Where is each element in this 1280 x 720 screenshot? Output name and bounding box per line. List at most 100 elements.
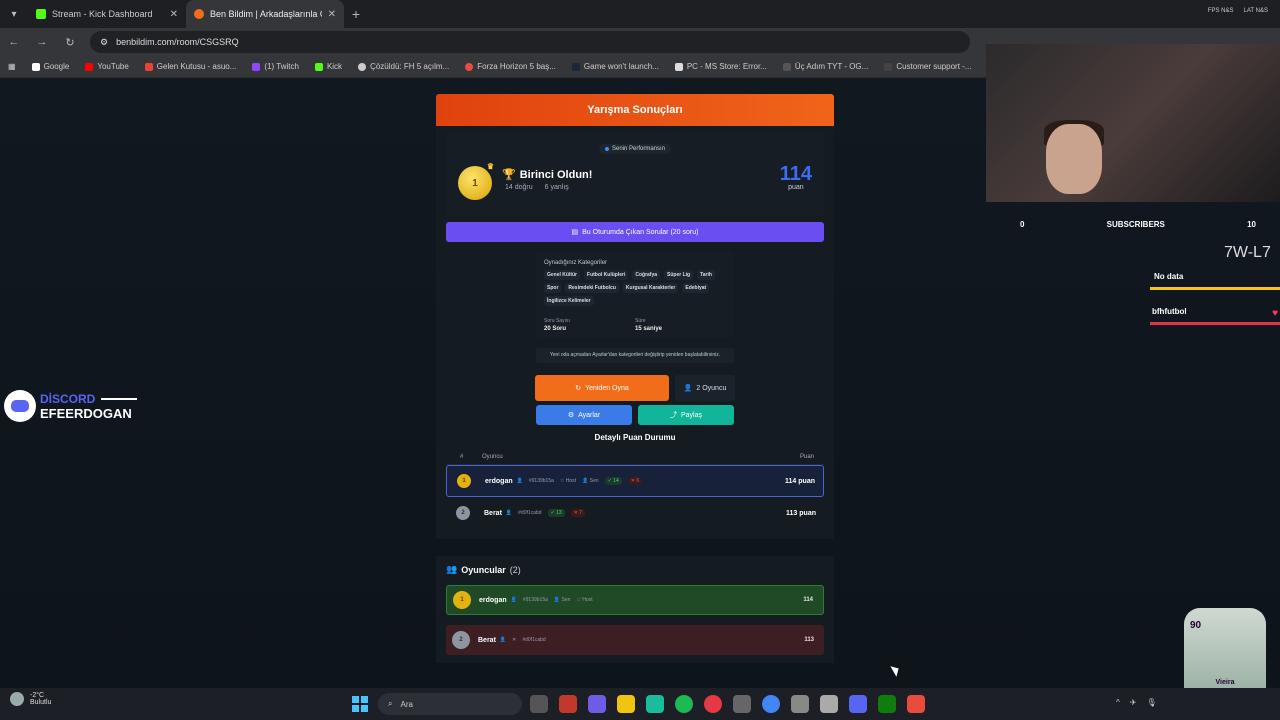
- weather-widget[interactable]: -2°C Bulutlu: [10, 692, 51, 706]
- share-label: Paylaş: [680, 411, 702, 419]
- tab-search-icon[interactable]: ▾: [0, 0, 28, 28]
- rank-number: 1: [472, 177, 478, 189]
- settings-button[interactable]: ⚙ Ayarlar: [536, 405, 632, 425]
- app-icon[interactable]: [791, 695, 809, 713]
- you-tag: 👤 Sen: [553, 597, 571, 603]
- tab-kick-dashboard[interactable]: Stream - Kick Dashboard ✕: [28, 0, 186, 28]
- player-id: #d0f1cabd: [522, 637, 546, 643]
- bookmark-fh5-fix[interactable]: Çözüldü: FH 5 açılm...: [358, 62, 449, 71]
- site-info-icon[interactable]: ⚙: [100, 37, 108, 48]
- new-tab-button[interactable]: +: [344, 6, 368, 22]
- question-count-label: Soru Sayısı: [544, 318, 570, 324]
- category-tag: Tarih: [697, 270, 715, 280]
- rank-badge: 2: [452, 631, 470, 649]
- rank-badge: 2: [456, 506, 470, 520]
- search-icon: ⌕: [388, 699, 393, 708]
- spotify-icon[interactable]: [675, 695, 693, 713]
- results-panel: Yarışma Sonuçları Senin Performansın 1 ♛ …: [436, 94, 834, 539]
- discord-overlay: DİSCORD EFEERDOGAN: [4, 390, 138, 422]
- score-value: 114: [779, 163, 812, 185]
- table-row: 1 erdogan 👤 #9139b15a ☆ Host 👤 Sen ✓ 14 …: [446, 465, 824, 497]
- time-value: 15 saniye: [635, 326, 663, 332]
- col-player: Oyuncu: [482, 454, 503, 460]
- browser-tabbar: ▾ Stream - Kick Dashboard ✕ Ben Bildim |…: [0, 0, 1280, 28]
- chevron-up-icon[interactable]: ^: [1116, 698, 1120, 707]
- start-button[interactable]: [352, 696, 368, 712]
- category-tag: Süper Lig: [664, 270, 694, 280]
- player-id: #d0f1cabd: [518, 510, 542, 516]
- app-icon[interactable]: [559, 695, 577, 713]
- category-tag: Futbol Kulüpleri: [584, 270, 629, 280]
- overlay-code: 7W-L7: [1224, 244, 1271, 261]
- kick-player-icon[interactable]: ✕: [512, 637, 516, 643]
- correct-count: 14 doğru: [505, 184, 533, 191]
- players-title: 👥 Oyuncular (2): [446, 564, 824, 575]
- card-rating: 90: [1190, 620, 1202, 631]
- player-score: 114: [803, 597, 813, 603]
- user-icon: 👤: [510, 597, 517, 603]
- chrome-icon[interactable]: [762, 695, 780, 713]
- follower-name: bfhfutbol: [1152, 307, 1187, 316]
- url-text: benbildim.com/room/CSGSRQ: [116, 37, 239, 47]
- close-icon[interactable]: ✕: [170, 9, 178, 20]
- opera-icon[interactable]: [704, 695, 722, 713]
- bookmark-twitch[interactable]: (1) Twitch: [252, 62, 299, 71]
- players-count: (2): [509, 564, 521, 575]
- replay-label: Yeniden Oyna: [585, 384, 629, 392]
- cloud-icon: [10, 692, 24, 706]
- bookmark-gmail[interactable]: Gelen Kutusu - asuo...: [144, 62, 236, 71]
- wrong-badge: ✕ 7: [570, 509, 586, 517]
- discord-app-icon[interactable]: [849, 695, 867, 713]
- bookmark-ms-store[interactable]: PC - MS Store: Error...: [674, 62, 767, 71]
- player-name: erdogan: [485, 477, 513, 485]
- gear-icon: ⚙: [567, 412, 575, 419]
- system-tray: ^ ✈ 🎙: [1116, 698, 1157, 707]
- bookmark-youtube[interactable]: YouTube: [85, 62, 129, 71]
- players-count-button[interactable]: 👤 2 Oyuncu: [675, 375, 735, 401]
- app-icon[interactable]: [820, 695, 838, 713]
- user-icon: 👤: [516, 478, 523, 484]
- bookmark-kick[interactable]: Kick: [314, 62, 342, 71]
- bookmark-forza[interactable]: Forza Horizon 5 baş...: [465, 62, 556, 71]
- player-points: 114 puan: [785, 477, 815, 485]
- players-count-label: 2 Oyuncu: [696, 384, 727, 392]
- task-view-icon[interactable]: [530, 695, 548, 713]
- subs-current: 0: [1020, 220, 1025, 229]
- search-placeholder: Ara: [400, 699, 413, 709]
- players-title-text: Oyuncular: [461, 564, 506, 575]
- microphone-icon[interactable]: 🎙: [1146, 698, 1156, 707]
- session-meta: Soru Sayısı 20 Soru Süre 15 saniye: [544, 318, 726, 332]
- performance-card: Senin Performansın 1 ♛ 🏆 Birinci Oldun! 14…: [446, 132, 824, 216]
- replay-button[interactable]: ↻ Yeniden Oyna: [535, 375, 669, 401]
- apps-icon[interactable]: ▦: [8, 62, 16, 71]
- player-id: #9139b15a: [522, 597, 548, 603]
- share-button[interactable]: ⤴ Paylaş: [638, 405, 734, 425]
- tab-benbildim[interactable]: Ben Bildim | Arkadaşlarınla Onl ✕: [186, 0, 344, 28]
- reload-icon[interactable]: ↻: [62, 36, 78, 49]
- player-name: erdogan: [479, 596, 507, 604]
- bookmark-tyt[interactable]: Üç Adım TYT - OG...: [782, 62, 868, 71]
- edge-icon[interactable]: [646, 695, 664, 713]
- correct-badge: ✓ 14: [604, 477, 622, 485]
- app-icon[interactable]: [907, 695, 925, 713]
- bookmark-steam[interactable]: Game won't launch...: [571, 62, 659, 71]
- close-icon[interactable]: ✕: [328, 9, 336, 20]
- forward-icon[interactable]: →: [34, 36, 50, 48]
- category-tag: Coğrafya: [632, 270, 661, 280]
- questions-button[interactable]: ▤ Bu Oturumda Çıkan Sorular (20 soru): [446, 222, 824, 242]
- taskbar-apps: [530, 695, 925, 713]
- heart-icon: ♥: [1272, 308, 1278, 319]
- network-icon[interactable]: ✈: [1130, 698, 1137, 707]
- bookmark-google[interactable]: Google: [31, 62, 69, 71]
- back-icon[interactable]: ←: [6, 36, 22, 48]
- file-explorer-icon[interactable]: [617, 695, 635, 713]
- address-bar[interactable]: ⚙ benbildim.com/room/CSGSRQ: [90, 31, 970, 53]
- performance-pill: Senin Performansın: [598, 144, 672, 154]
- copilot-icon[interactable]: [588, 695, 606, 713]
- player-id: #9139b15a: [528, 478, 554, 484]
- refresh-icon: ↻: [575, 385, 582, 392]
- taskbar-search[interactable]: ⌕ Ara: [378, 693, 522, 715]
- settings-app-icon[interactable]: [733, 695, 751, 713]
- bookmark-support[interactable]: Customer support -...: [884, 62, 971, 71]
- xbox-icon[interactable]: [878, 695, 896, 713]
